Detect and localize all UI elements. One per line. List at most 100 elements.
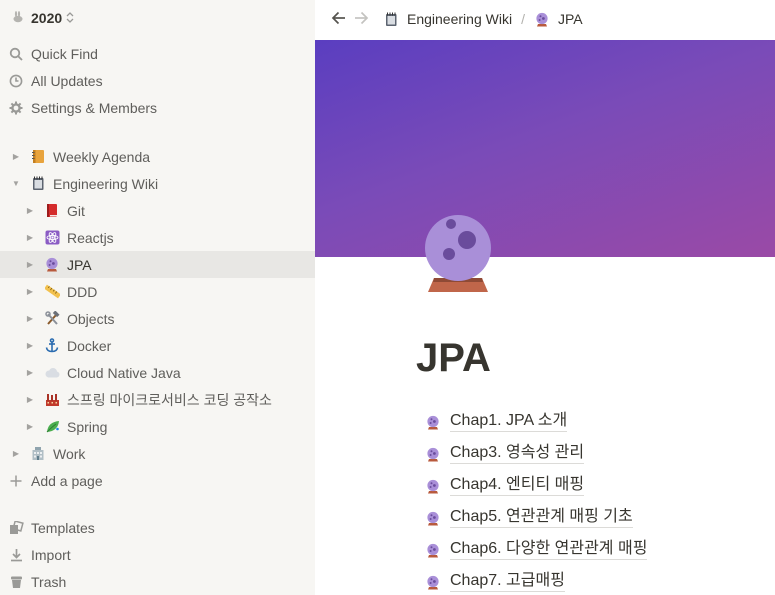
clock-icon: [8, 73, 24, 89]
toggle-collapsed-icon[interactable]: ▶: [10, 448, 22, 460]
crystal-ball-icon: [425, 446, 441, 462]
nav-trash[interactable]: Trash: [0, 568, 315, 595]
nav-label: All Updates: [31, 72, 103, 89]
nav-label: Templates: [31, 519, 95, 536]
nav-import[interactable]: Import: [0, 541, 315, 568]
crystal-ball-icon: [425, 414, 441, 430]
forward-arrow-icon[interactable]: [354, 9, 369, 30]
cloud-icon: [44, 365, 60, 381]
sidebar-item-label: JPA: [67, 256, 92, 273]
atom-icon: [44, 230, 60, 246]
breadcrumb-separator: /: [521, 11, 525, 27]
sidebar-item-label: DDD: [67, 283, 98, 300]
anchor-icon: [44, 338, 60, 354]
gear-icon: [8, 100, 24, 116]
chevron-updown-icon: [66, 11, 74, 25]
topbar: Engineering Wiki / JPA: [315, 0, 775, 38]
add-page-label: Add a page: [31, 472, 103, 489]
sidebar-item-cloud-native-java[interactable]: ▶ Cloud Native Java: [0, 359, 315, 386]
subpage-link[interactable]: Chap7. 고급매핑: [425, 569, 565, 595]
sidebar-item-weekly-agenda[interactable]: ▶ Weekly Agenda: [0, 143, 315, 170]
page-title: JPA: [416, 336, 491, 380]
workspace-name: 2020: [31, 10, 63, 26]
sidebar-item-label: Engineering Wiki: [53, 175, 159, 192]
subpage-label: Chap6. 다양한 연관관계 매핑: [450, 540, 648, 560]
sidebar-item-spring[interactable]: ▶ Spring: [0, 413, 315, 440]
breadcrumb-label: JPA: [557, 11, 583, 27]
add-page-button[interactable]: Add a page: [0, 467, 315, 494]
leaf-icon: [44, 419, 60, 435]
crystal-ball-icon: [534, 11, 550, 27]
subpage-link[interactable]: Chap6. 다양한 연관관계 매핑: [425, 537, 648, 563]
subpage-link[interactable]: Chap1. JPA 소개: [425, 409, 568, 435]
sidebar-item-docker[interactable]: ▶ Docker: [0, 332, 315, 359]
notebook-icon: [30, 149, 46, 165]
nav-all-updates[interactable]: All Updates: [0, 67, 315, 94]
templates-icon: [8, 520, 24, 536]
crystal-ball-icon: [425, 542, 441, 558]
sidebar-item-ddd[interactable]: ▶ DDD: [0, 278, 315, 305]
toggle-collapsed-icon[interactable]: ▶: [24, 367, 36, 379]
rabbit-icon: [11, 10, 25, 26]
toggle-collapsed-icon[interactable]: ▶: [24, 340, 36, 352]
spiral-notepad-icon: [30, 176, 46, 192]
subpage-label: Chap7. 고급매핑: [450, 572, 565, 592]
import-icon: [8, 547, 24, 563]
sidebar-item-label: 스프링 마이크로서비스 코딩 공작소: [67, 391, 272, 408]
subpage-label: Chap4. 엔티티 매핑: [450, 476, 585, 496]
toggle-collapsed-icon[interactable]: ▶: [24, 313, 36, 325]
sidebar-item-label: Objects: [67, 310, 115, 327]
sidebar-item-label: Git: [67, 202, 85, 219]
plus-icon: [8, 473, 24, 489]
toggle-collapsed-icon[interactable]: ▶: [24, 394, 36, 406]
sidebar-item-label: Spring: [67, 418, 108, 435]
subpage-link[interactable]: Chap3. 영속성 관리: [425, 441, 585, 467]
closed-book-icon: [44, 203, 60, 219]
toggle-collapsed-icon[interactable]: ▶: [10, 151, 22, 163]
crystal-ball-icon: [425, 510, 441, 526]
sidebar-item-reactjs[interactable]: ▶ Reactjs: [0, 224, 315, 251]
breadcrumb-jpa[interactable]: JPA: [534, 11, 583, 27]
sidebar-item-git[interactable]: ▶ Git: [0, 197, 315, 224]
sidebar-item-objects[interactable]: ▶ Objects: [0, 305, 315, 332]
subpage-label: Chap3. 영속성 관리: [450, 444, 585, 464]
nav-label: Trash: [31, 573, 67, 590]
sidebar-item-label: Cloud Native Java: [67, 364, 181, 381]
hammer-wrench-icon: [44, 311, 60, 327]
ruler-icon: [44, 284, 60, 300]
trash-icon: [8, 574, 24, 590]
sidebar-item-label: Reactjs: [67, 229, 114, 246]
crystal-ball-icon: [44, 257, 60, 273]
toggle-collapsed-icon[interactable]: ▶: [24, 421, 36, 433]
toggle-expanded-icon[interactable]: ▼: [10, 178, 22, 190]
sidebar-item-engineering-wiki[interactable]: ▼ Engineering Wiki: [0, 170, 315, 197]
sidebar: 2020 Quick Find All Updates Settings & M…: [0, 0, 315, 595]
sidebar-item-spring-microservices[interactable]: ▶ 스프링 마이크로서비스 코딩 공작소: [0, 386, 315, 413]
toggle-collapsed-icon[interactable]: ▶: [24, 286, 36, 298]
search-icon: [8, 46, 24, 62]
sidebar-item-label: Weekly Agenda: [53, 148, 151, 165]
nav-settings-members[interactable]: Settings & Members: [0, 94, 315, 121]
subpage-link[interactable]: Chap4. 엔티티 매핑: [425, 473, 585, 499]
workspace-switcher[interactable]: 2020: [0, 4, 315, 32]
toggle-collapsed-icon[interactable]: ▶: [24, 205, 36, 217]
back-arrow-icon[interactable]: [331, 9, 346, 30]
crystal-ball-icon[interactable]: [420, 212, 496, 298]
breadcrumb-engineering-wiki[interactable]: Engineering Wiki: [383, 11, 512, 27]
toggle-collapsed-icon[interactable]: ▶: [24, 259, 36, 271]
crystal-ball-icon: [425, 478, 441, 494]
subpage-link[interactable]: Chap5. 연관관계 매핑 기초: [425, 505, 633, 531]
sidebar-item-work[interactable]: ▶ Work: [0, 440, 315, 467]
sidebar-item-jpa[interactable]: ▶ JPA: [0, 251, 315, 278]
page-cover[interactable]: [315, 40, 775, 257]
breadcrumb-label: Engineering Wiki: [407, 11, 513, 27]
nav-quick-find[interactable]: Quick Find: [0, 40, 315, 67]
sidebar-item-label: Work: [53, 445, 86, 462]
toggle-collapsed-icon[interactable]: ▶: [24, 232, 36, 244]
crystal-ball-icon: [425, 574, 441, 590]
nav-label: Quick Find: [31, 45, 98, 62]
sidebar-item-label: Docker: [67, 337, 112, 354]
nav-templates[interactable]: Templates: [0, 514, 315, 541]
subpage-label: Chap1. JPA 소개: [450, 412, 568, 432]
subpage-label: Chap5. 연관관계 매핑 기초: [450, 508, 633, 528]
